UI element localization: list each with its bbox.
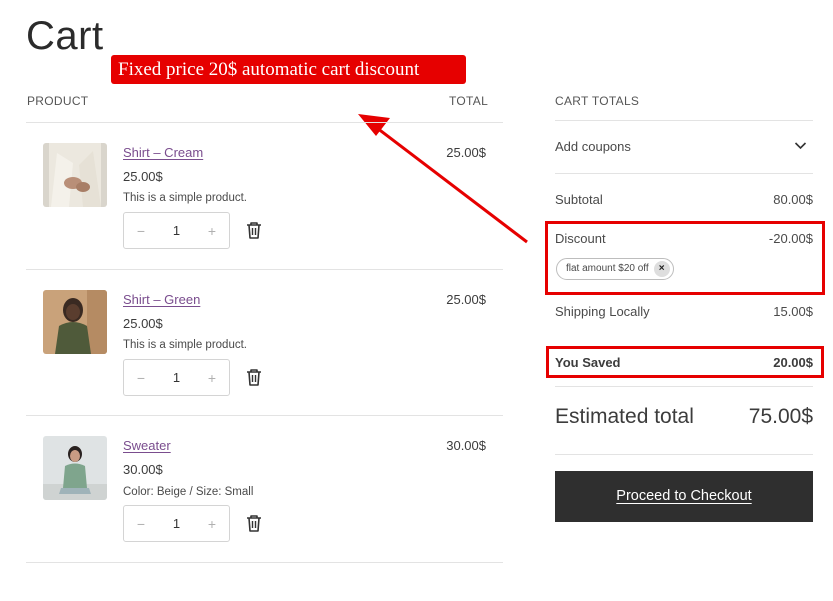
- totals-divider: [555, 120, 813, 121]
- quantity-stepper: − 1 +: [123, 505, 230, 542]
- quantity-decrease-button[interactable]: −: [134, 516, 148, 532]
- trash-icon[interactable]: [246, 368, 262, 386]
- product-name-link[interactable]: Sweater: [123, 438, 171, 453]
- quantity-increase-button[interactable]: +: [205, 370, 219, 386]
- quantity-decrease-button[interactable]: −: [134, 370, 148, 386]
- product-price: 25.00$: [123, 169, 163, 184]
- discount-label: Discount: [555, 231, 606, 246]
- product-meta: This is a simple product.: [123, 339, 247, 351]
- page-title: Cart: [26, 14, 104, 58]
- proceed-to-checkout-button[interactable]: Proceed to Checkout: [555, 471, 813, 522]
- subtotal-value: 80.00$: [773, 192, 813, 207]
- trash-icon[interactable]: [246, 221, 262, 239]
- quantity-value[interactable]: 1: [173, 516, 180, 531]
- estimated-total-label: Estimated total: [555, 405, 694, 428]
- item-total: 25.00$: [446, 292, 486, 307]
- item-total: 30.00$: [446, 438, 486, 453]
- coupon-chip-label: flat amount $20 off: [566, 263, 649, 274]
- row-divider: [26, 562, 503, 563]
- shipping-label: Shipping Locally: [555, 304, 650, 319]
- quantity-increase-button[interactable]: +: [205, 223, 219, 239]
- cart-totals-heading: CART TOTALS: [555, 94, 640, 108]
- you-saved-label: You Saved: [555, 355, 621, 370]
- product-price: 30.00$: [123, 462, 163, 477]
- row-divider: [26, 415, 503, 416]
- chevron-down-icon[interactable]: [794, 141, 807, 150]
- remove-coupon-icon[interactable]: ×: [653, 261, 670, 277]
- shipping-value: 15.00$: [773, 304, 813, 319]
- coupon-chip: flat amount $20 off ×: [556, 258, 674, 280]
- quantity-increase-button[interactable]: +: [205, 516, 219, 532]
- estimated-total-value: 75.00$: [748, 405, 813, 428]
- total-column-header: TOTAL: [449, 94, 489, 108]
- quantity-value[interactable]: 1: [173, 223, 180, 238]
- product-price: 25.00$: [123, 316, 163, 331]
- quantity-decrease-button[interactable]: −: [134, 223, 148, 239]
- discount-value: -20.00$: [768, 231, 813, 246]
- you-saved-value: 20.00$: [773, 355, 813, 370]
- product-name-link[interactable]: Shirt – Green: [123, 292, 200, 307]
- quantity-stepper: − 1 +: [123, 359, 230, 396]
- totals-divider: [555, 173, 813, 174]
- totals-divider: [555, 386, 813, 387]
- add-coupons-toggle[interactable]: Add coupons: [555, 139, 631, 154]
- annotation-label: Fixed price 20$ automatic cart discount: [111, 55, 466, 84]
- product-name-link[interactable]: Shirt – Cream: [123, 145, 203, 160]
- product-meta: Color: Beige / Size: Small: [123, 486, 254, 498]
- product-image[interactable]: [43, 143, 107, 207]
- row-divider: [26, 269, 503, 270]
- quantity-value[interactable]: 1: [173, 370, 180, 385]
- product-image[interactable]: [43, 290, 107, 354]
- product-meta: This is a simple product.: [123, 192, 247, 204]
- subtotal-label: Subtotal: [555, 192, 603, 207]
- table-divider: [26, 122, 503, 123]
- trash-icon[interactable]: [246, 514, 262, 532]
- totals-divider: [555, 454, 813, 455]
- item-total: 25.00$: [446, 145, 486, 160]
- product-image[interactable]: [43, 436, 107, 500]
- quantity-stepper: − 1 +: [123, 212, 230, 249]
- product-column-header: PRODUCT: [27, 94, 89, 108]
